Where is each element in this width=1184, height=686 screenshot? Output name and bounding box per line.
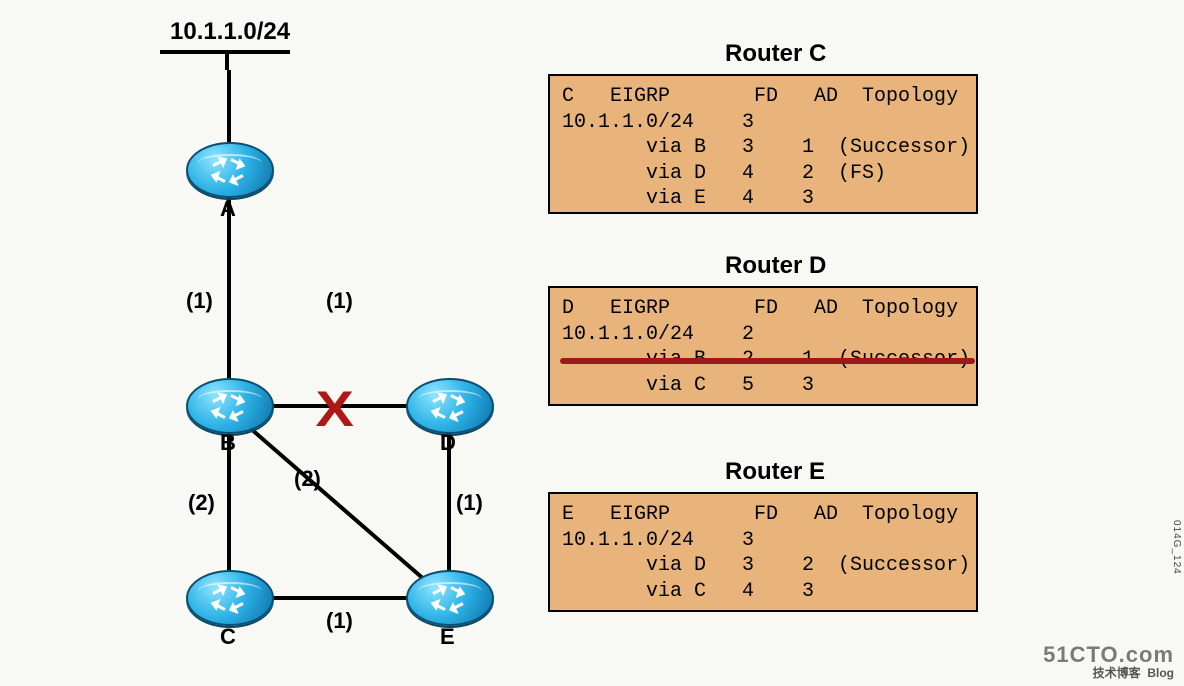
slide-code: 014G_124 (1171, 520, 1182, 575)
table-D: D EIGRP FD AD Topology 10.1.1.0/24 2 via… (548, 286, 978, 406)
table-E-title: Router E (725, 458, 825, 486)
table-D-strike (560, 358, 975, 364)
table-D-title: Router D (725, 252, 826, 280)
link-C-E (260, 596, 420, 600)
watermark-tagline-en: Blog (1147, 666, 1174, 680)
router-B-label: B (220, 430, 236, 456)
router-B-icon (186, 378, 270, 438)
router-A-icon (186, 142, 270, 202)
watermark-site: 51CTO.com (1043, 642, 1174, 667)
router-D-label: D (440, 430, 456, 456)
router-C-label: C (220, 624, 236, 650)
watermark: 51CTO.com 技术博客 Blog (1043, 643, 1174, 680)
router-D-icon (406, 378, 490, 438)
watermark-tagline-cn: 技术博客 (1093, 666, 1141, 680)
router-A-label: A (220, 196, 236, 222)
table-C: C EIGRP FD AD Topology 10.1.1.0/24 3 via… (548, 74, 978, 214)
router-C-icon (186, 570, 270, 630)
network-stub-drop (225, 50, 229, 70)
link-cost-A-B: (1) (186, 288, 213, 314)
link-net-A (227, 70, 231, 150)
table-E: E EIGRP FD AD Topology 10.1.1.0/24 3 via… (548, 492, 978, 612)
link-cost-top-right: (1) (326, 288, 353, 314)
table-C-title: Router C (725, 40, 826, 68)
link-cost-D-E: (1) (456, 490, 483, 516)
network-subnet-label: 10.1.1.0/24 (170, 18, 290, 46)
link-failed-icon: X (315, 380, 353, 438)
link-cost-C-E: (1) (326, 608, 353, 634)
router-E-icon (406, 570, 490, 630)
router-E-label: E (440, 624, 455, 650)
link-cost-B-C: (2) (188, 490, 215, 516)
link-A-B (227, 195, 231, 387)
